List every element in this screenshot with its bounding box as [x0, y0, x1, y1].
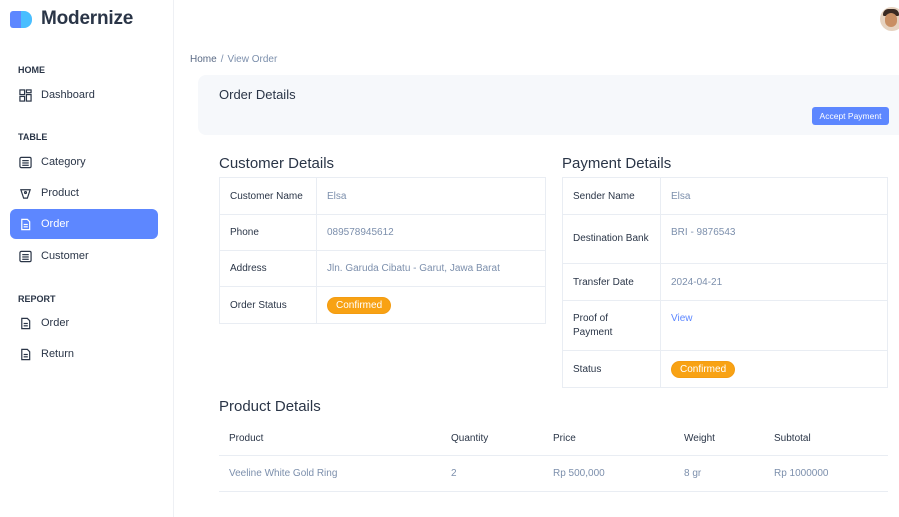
- table-row: Status Confirmed: [562, 350, 888, 388]
- product-name-cell: Veeline White Gold Ring: [219, 455, 441, 492]
- table-row: Proof of Payment View: [562, 300, 888, 351]
- customer-name-label: Customer Name: [219, 177, 317, 215]
- sidebar-item-label: Dashboard: [41, 89, 95, 101]
- phone-label: Phone: [219, 214, 317, 251]
- sidebar-item-customer[interactable]: Customer: [10, 241, 158, 271]
- sender-name-value: Elsa: [660, 177, 888, 215]
- breadcrumb-current: View Order: [227, 54, 278, 65]
- customer-name-value: Elsa: [316, 177, 546, 215]
- sidebar-item-label: Category: [41, 156, 86, 168]
- file-icon: [18, 347, 32, 361]
- sidebar-item-label: Order: [41, 218, 70, 230]
- sidebar-item-product[interactable]: Product: [10, 178, 158, 208]
- payment-status-label: Status: [562, 350, 661, 388]
- proof-of-payment-cell: View: [660, 300, 888, 351]
- sidebar-item-return[interactable]: Return: [10, 339, 158, 369]
- product-table: Product Quantity Price Weight Subtotal V…: [219, 422, 888, 492]
- table-row: Address Jln. Garuda Cibatu - Garut, Jawa…: [219, 250, 546, 287]
- file-icon: [18, 316, 32, 330]
- payment-details-table: Sender Name Elsa Destination Bank BRI - …: [562, 177, 888, 388]
- sidebar-item-report-order[interactable]: Order: [10, 308, 158, 338]
- phone-value: 089578945612: [316, 214, 546, 251]
- table-row: Customer Name Elsa: [219, 177, 546, 215]
- order-status-label: Order Status: [219, 286, 317, 324]
- section-home: HOME: [18, 65, 45, 75]
- address-label: Address: [219, 250, 317, 287]
- sidebar-item-label: Return: [41, 348, 75, 360]
- avatar[interactable]: [880, 7, 899, 31]
- table-row: Transfer Date 2024-04-21: [562, 263, 888, 301]
- sender-name-label: Sender Name: [562, 177, 661, 215]
- sidebar-item-order[interactable]: Order: [10, 209, 158, 239]
- customer-details-title: Customer Details: [219, 155, 335, 172]
- product-details-title: Product Details: [219, 398, 321, 415]
- view-proof-link[interactable]: View: [671, 313, 693, 324]
- sidebar-item-label: Product: [41, 187, 79, 199]
- address-value: Jln. Garuda Cibatu - Garut, Jawa Barat: [316, 250, 546, 287]
- table-header-row: Product Quantity Price Weight Subtotal: [219, 422, 888, 456]
- destination-bank-label: Destination Bank: [562, 214, 661, 264]
- table-row: Veeline White Gold Ring 2 Rp 500,000 8 g…: [219, 455, 888, 492]
- column-header-product: Product: [219, 422, 441, 456]
- sidebar-item-category[interactable]: Category: [10, 147, 158, 177]
- section-table: TABLE: [18, 132, 48, 142]
- table-row: Order Status Confirmed: [219, 286, 546, 324]
- app-logo[interactable]: Modernize: [10, 8, 133, 30]
- payment-details-title: Payment Details: [562, 155, 672, 172]
- order-status-cell: Confirmed: [316, 286, 546, 324]
- destination-bank-value: BRI - 9876543: [660, 214, 888, 264]
- sidebar-item-label: Order: [41, 317, 70, 329]
- column-header-price: Price: [543, 422, 674, 456]
- transfer-date-value: 2024-04-21: [660, 263, 888, 301]
- list-icon: [18, 249, 32, 263]
- weight-cell: 8 gr: [674, 455, 764, 492]
- dashboard-icon: [18, 88, 32, 102]
- table-row: Sender Name Elsa: [562, 177, 888, 215]
- price-cell: Rp 500,000: [543, 455, 674, 492]
- table-row: Destination Bank BRI - 9876543: [562, 214, 888, 264]
- page-title: Order Details: [219, 87, 296, 102]
- status-badge: Confirmed: [671, 360, 736, 378]
- sidebar-item-dashboard[interactable]: Dashboard: [10, 80, 158, 110]
- table-row: Phone 089578945612: [219, 214, 546, 251]
- section-report: REPORT: [18, 294, 56, 304]
- column-header-quantity: Quantity: [441, 422, 543, 456]
- logo-icon: [10, 9, 34, 29]
- list-icon: [18, 155, 32, 169]
- file-icon: [18, 217, 32, 231]
- payment-status-cell: Confirmed: [660, 350, 888, 388]
- subtotal-cell: Rp 1000000: [764, 455, 888, 492]
- column-header-weight: Weight: [674, 422, 764, 456]
- transfer-date-label: Transfer Date: [562, 263, 661, 301]
- order-card-header: [198, 75, 899, 135]
- column-header-subtotal: Subtotal: [764, 422, 888, 456]
- accept-payment-button[interactable]: Accept Payment: [812, 107, 889, 125]
- sidebar: Modernize HOME Dashboard TABLE Category …: [0, 0, 174, 517]
- quantity-cell: 2: [441, 455, 543, 492]
- breadcrumb-separator: /: [220, 54, 224, 65]
- sidebar-item-label: Customer: [41, 250, 89, 262]
- proof-of-payment-label: Proof of Payment: [562, 300, 661, 351]
- status-badge: Confirmed: [327, 296, 392, 314]
- customer-details-table: Customer Name Elsa Phone 089578945612 Ad…: [219, 177, 546, 324]
- tag-icon: [18, 186, 32, 200]
- breadcrumb-home[interactable]: Home: [190, 54, 217, 65]
- breadcrumb: Home / View Order: [190, 54, 277, 65]
- app-name: Modernize: [41, 8, 134, 29]
